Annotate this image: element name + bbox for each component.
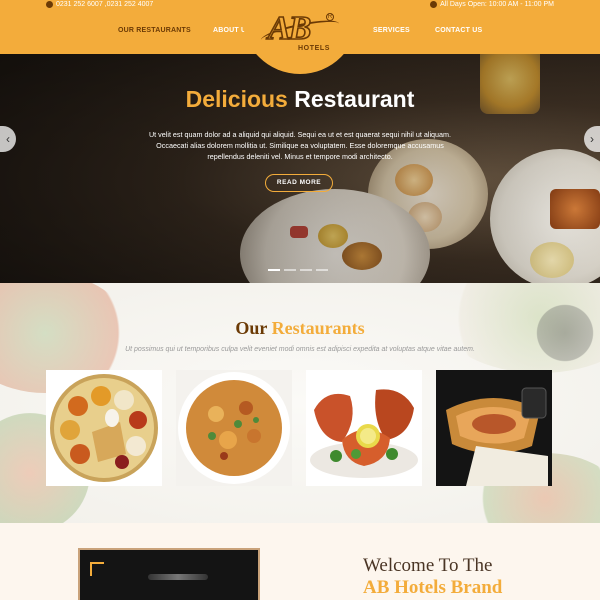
- wrap-image: [436, 370, 552, 486]
- phone-info: 0231 252 6007 ,0231 252 4007: [46, 1, 153, 8]
- hero-title-main: Restaurant: [294, 86, 415, 112]
- biryani-image: [176, 370, 292, 486]
- nav-contact-us[interactable]: CONTACT US: [435, 27, 482, 34]
- logo-mark: AB: [267, 9, 312, 48]
- hero-title-accent: Delicious: [185, 86, 288, 112]
- section-subtitle: Ut possimus qui ut temporibus culpa veli…: [125, 346, 475, 353]
- restaurant-card-thali[interactable]: [46, 370, 162, 486]
- hero-description: Ut velit est quam dolor ad a aliquid qui…: [148, 130, 452, 161]
- read-more-button[interactable]: READ MORE: [265, 174, 333, 192]
- welcome-section: Welcome To The AB Hotels Brand: [0, 523, 600, 600]
- registered-mark: R: [326, 13, 334, 21]
- slider-dot[interactable]: [284, 269, 296, 271]
- clock-icon: [430, 1, 438, 8]
- slider-dot[interactable]: [300, 269, 312, 271]
- hero-title: Delicious Restaurant: [0, 86, 600, 113]
- nav-services[interactable]: SERVICES: [373, 27, 410, 34]
- cutlery-decor: [148, 574, 208, 580]
- hours-text: All Days Open: 10:00 AM - 11:00 PM: [440, 1, 554, 8]
- opening-hours: All Days Open: 10:00 AM - 11:00 PM: [430, 1, 554, 8]
- logo-text: HOTELS: [298, 45, 330, 52]
- slider-dot[interactable]: [268, 269, 280, 271]
- slider-dot[interactable]: [316, 269, 328, 271]
- section-title-main: Our: [235, 318, 268, 338]
- thali-image: [46, 370, 162, 486]
- welcome-heading: Welcome To The: [363, 555, 493, 576]
- phone-number[interactable]: 0231 252 6007 ,0231 252 4007: [56, 1, 153, 8]
- slider-dots: [268, 269, 328, 271]
- decorative-corner: [90, 562, 104, 576]
- section-title-accent: Restaurants: [271, 318, 365, 338]
- welcome-image: [78, 548, 260, 600]
- welcome-brand: AB Hotels Brand: [363, 577, 503, 598]
- section-title: Our Restaurants: [0, 318, 600, 339]
- restaurant-card-biryani[interactable]: [176, 370, 292, 486]
- restaurant-card-wrap[interactable]: [436, 370, 552, 486]
- restaurants-section: Our Restaurants Ut possimus qui ut tempo…: [0, 283, 600, 523]
- phone-icon: [46, 1, 53, 8]
- tandoori-image: [306, 370, 422, 486]
- nav-our-restaurants[interactable]: OUR RESTAURANTS: [118, 27, 191, 34]
- restaurant-card-tandoori[interactable]: [306, 370, 422, 486]
- hero-slider: Delicious Restaurant Ut velit est quam d…: [0, 54, 600, 283]
